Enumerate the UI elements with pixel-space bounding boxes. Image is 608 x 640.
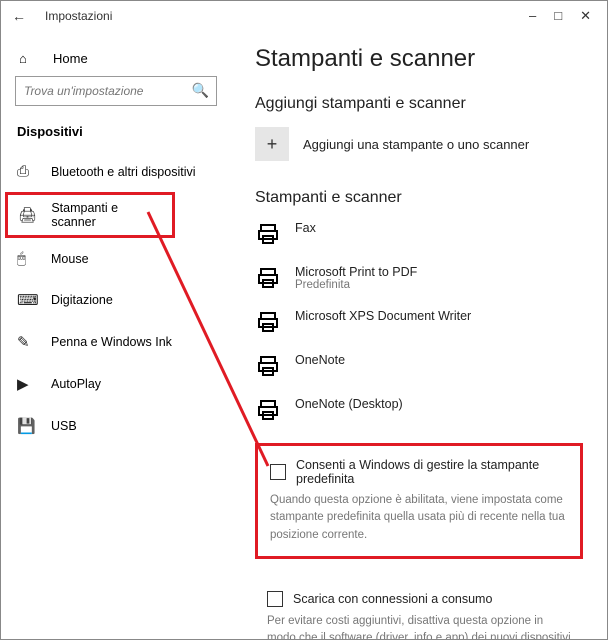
bluetooth-icon: ⎙ bbox=[17, 163, 37, 180]
add-printer-label: Aggiungi una stampante o uno scanner bbox=[303, 137, 529, 152]
checkbox-default-printer[interactable]: Consenti a Windows di gestire la stampan… bbox=[270, 458, 568, 486]
section-title: Dispositivi bbox=[1, 118, 231, 151]
list-heading: Stampanti e scanner bbox=[255, 189, 583, 207]
printer-doc-icon bbox=[255, 353, 281, 379]
maximize-icon[interactable]: □ bbox=[554, 8, 562, 24]
window-title: Impostazioni bbox=[29, 9, 112, 23]
printer-row[interactable]: OneNote bbox=[255, 353, 583, 379]
printer-name: OneNote (Desktop) bbox=[295, 397, 403, 411]
printer-row[interactable]: Microsoft XPS Document Writer bbox=[255, 309, 583, 335]
option-desc: Per evitare costi aggiuntivi, disattiva … bbox=[267, 613, 571, 639]
sidebar-item-label: Bluetooth e altri dispositivi bbox=[51, 165, 196, 179]
home-icon: ⌂ bbox=[19, 51, 39, 66]
page-title: Stampanti e scanner bbox=[255, 45, 583, 73]
printer-row[interactable]: Fax bbox=[255, 221, 583, 247]
printer-doc-icon bbox=[255, 265, 281, 291]
usb-icon: 💾 bbox=[17, 417, 37, 435]
pen-icon: ✎ bbox=[17, 333, 37, 351]
printer-name: Microsoft Print to PDF bbox=[295, 265, 417, 279]
printer-icon: 🖨 bbox=[18, 206, 37, 224]
back-icon[interactable]: ← bbox=[9, 8, 29, 24]
printer-row[interactable]: Microsoft Print to PDFPredefinita bbox=[255, 265, 583, 291]
titlebar: ← Impostazioni – □ ✕ bbox=[1, 1, 607, 31]
sidebar-item-bluetooth[interactable]: ⎙ Bluetooth e altri dispositivi bbox=[1, 151, 231, 192]
printer-sub: Predefinita bbox=[295, 279, 417, 291]
close-icon[interactable]: ✕ bbox=[580, 8, 591, 24]
home-button[interactable]: ⌂ Home bbox=[1, 41, 231, 76]
add-printer-row[interactable]: + Aggiungi una stampante o uno scanner bbox=[255, 127, 583, 161]
option-desc: Quando questa opzione è abilitata, viene… bbox=[270, 492, 568, 544]
plus-icon: + bbox=[255, 127, 289, 161]
sidebar-item-usb[interactable]: 💾 USB bbox=[1, 405, 231, 447]
printer-doc-icon bbox=[255, 309, 281, 335]
sidebar-item-label: Stampanti e scanner bbox=[51, 201, 162, 229]
printer-row[interactable]: OneNote (Desktop) bbox=[255, 397, 583, 423]
home-label: Home bbox=[53, 51, 88, 66]
sidebar-item-label: USB bbox=[51, 419, 77, 433]
add-heading: Aggiungi stampanti e scanner bbox=[255, 95, 583, 113]
checkbox-label: Scarica con connessioni a consumo bbox=[293, 592, 492, 606]
sidebar-item-pen[interactable]: ✎ Penna e Windows Ink bbox=[1, 321, 231, 363]
printer-name: Fax bbox=[295, 221, 316, 235]
sidebar-item-printers[interactable]: 🖨 Stampanti e scanner bbox=[5, 192, 175, 238]
checkbox-metered[interactable]: Scarica con connessioni a consumo bbox=[267, 591, 571, 607]
sidebar-item-mouse[interactable]: 🖱 Mouse bbox=[1, 238, 231, 279]
keyboard-icon: ⌨ bbox=[17, 291, 37, 309]
sidebar-item-label: Penna e Windows Ink bbox=[51, 335, 172, 349]
content-area: Stampanti e scanner Aggiungi stampanti e… bbox=[231, 31, 607, 639]
checkbox-icon bbox=[267, 591, 283, 607]
sidebar-item-label: Mouse bbox=[51, 252, 89, 266]
sidebar-item-label: AutoPlay bbox=[51, 377, 101, 391]
search-input[interactable] bbox=[15, 76, 217, 106]
sidebar-item-autoplay[interactable]: ▶ AutoPlay bbox=[1, 363, 231, 405]
option-metered: Scarica con connessioni a consumo Per ev… bbox=[255, 579, 583, 639]
mouse-icon: 🖱 bbox=[17, 250, 37, 267]
option-default-printer: Consenti a Windows di gestire la stampan… bbox=[255, 443, 583, 559]
sidebar-item-label: Digitazione bbox=[51, 293, 113, 307]
printer-doc-icon bbox=[255, 397, 281, 423]
sidebar: ⌂ Home 🔍 Dispositivi ⎙ Bluetooth e altri… bbox=[1, 31, 231, 639]
minimize-icon[interactable]: – bbox=[529, 8, 536, 24]
printer-name: OneNote bbox=[295, 353, 345, 367]
fax-icon bbox=[255, 221, 281, 247]
autoplay-icon: ▶ bbox=[17, 375, 37, 393]
printer-name: Microsoft XPS Document Writer bbox=[295, 309, 471, 323]
checkbox-icon bbox=[270, 464, 286, 480]
search-icon: 🔍 bbox=[192, 82, 209, 99]
sidebar-item-typing[interactable]: ⌨ Digitazione bbox=[1, 279, 231, 321]
checkbox-label: Consenti a Windows di gestire la stampan… bbox=[296, 458, 568, 486]
